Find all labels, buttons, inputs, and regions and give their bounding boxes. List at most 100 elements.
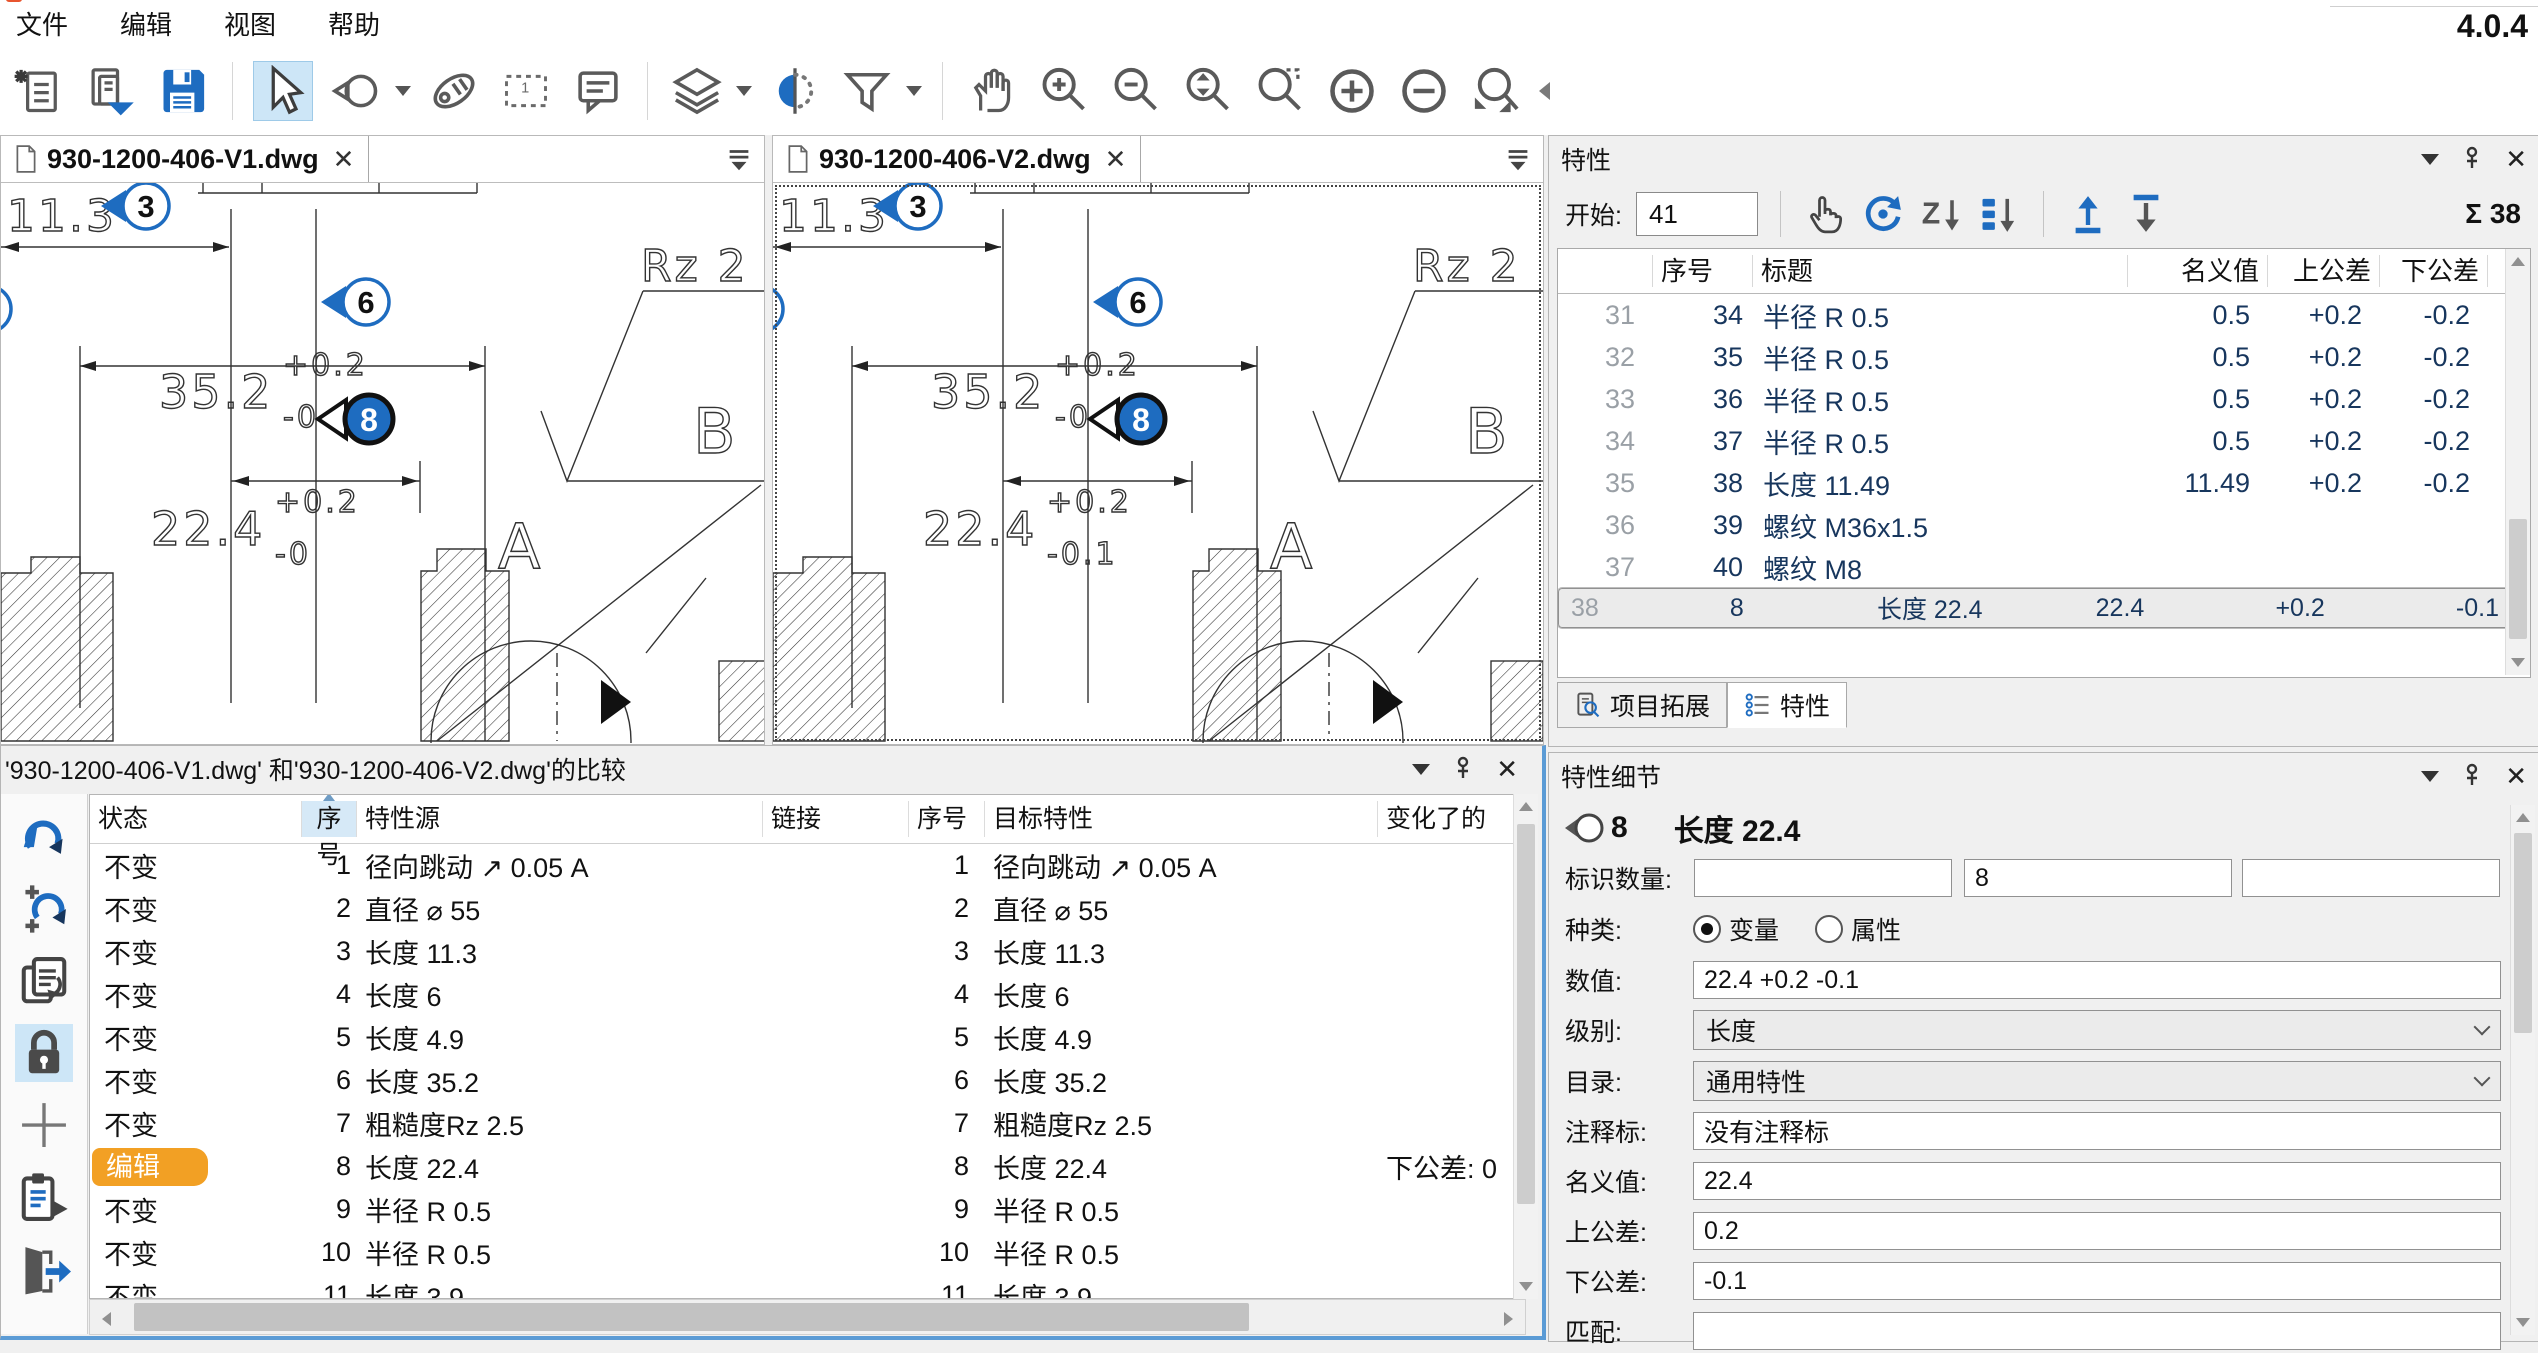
menu-edit[interactable]: 编辑 <box>120 5 172 42</box>
tag-tool-button[interactable] <box>425 62 483 120</box>
save-button[interactable] <box>154 62 212 120</box>
zoom-out-button[interactable] <box>1107 62 1165 120</box>
scroll-thumb[interactable] <box>2509 519 2527 639</box>
comment-button[interactable] <box>569 62 627 120</box>
renumber-list-icon[interactable] <box>1977 192 2021 236</box>
start-input[interactable]: 41 <box>1636 192 1758 236</box>
scroll-thumb[interactable] <box>2514 833 2532 1033</box>
property-row[interactable]: 3437半径 R 0.50.5+0.2-0.2 <box>1558 420 2530 462</box>
pick-hand-icon[interactable] <box>1803 192 1847 236</box>
renumber-rotate-icon[interactable] <box>1861 192 1905 236</box>
details-scrollbar[interactable] <box>2510 805 2535 1335</box>
decrease-button[interactable] <box>1395 62 1453 120</box>
comparison-row[interactable]: 不变11长度 3.911长度 3.9 <box>90 1274 1525 1299</box>
annotation-input[interactable]: 没有注释标 <box>1693 1112 2501 1150</box>
add-link-button[interactable] <box>15 1096 73 1154</box>
balloon-6[interactable]: 6 <box>321 279 389 325</box>
tab-project-expand[interactable]: 项目拓展 <box>1557 682 1727 728</box>
select-region-button[interactable]: 1 <box>497 62 555 120</box>
catalog-select[interactable]: 通用特性 <box>1693 1061 2501 1101</box>
pin-icon[interactable] <box>2461 763 2483 789</box>
filter-button[interactable] <box>838 62 896 120</box>
panel-menu-icon[interactable] <box>1412 764 1430 775</box>
scroll-up-icon[interactable] <box>1519 802 1533 811</box>
radio-attribute[interactable]: 属性 <box>1815 911 1901 947</box>
property-row[interactable]: 3336半径 R 0.50.5+0.2-0.2 <box>1558 378 2530 420</box>
tab-930-1200-406-v1[interactable]: 930-1200-406-V1.dwg ✕ <box>1 136 369 182</box>
property-row[interactable]: 3134半径 R 0.50.5+0.2-0.2 <box>1558 294 2530 336</box>
comparison-row[interactable]: 不变1径向跳动 ↗ 0.05 A1径向跳动 ↗ 0.05 A <box>90 844 1525 887</box>
export-button[interactable] <box>15 1240 73 1298</box>
compare-add-button[interactable] <box>15 880 73 938</box>
comparison-row[interactable]: 不变10半径 R 0.510半径 R 0.5 <box>90 1231 1525 1274</box>
property-row[interactable]: 3740螺纹 M8 <box>1558 546 2530 588</box>
comparison-row[interactable]: 不变9半径 R 0.59半径 R 0.5 <box>90 1188 1525 1231</box>
balloon-8-selected[interactable]: 8 <box>318 395 393 443</box>
increase-button[interactable] <box>1323 62 1381 120</box>
scroll-down-icon[interactable] <box>2516 1318 2530 1327</box>
id-qty-input-3[interactable] <box>2242 859 2500 897</box>
pin-icon[interactable] <box>2461 146 2483 172</box>
report-run-button[interactable] <box>15 1168 73 1226</box>
pin-icon[interactable] <box>1452 756 1474 782</box>
comparison-row[interactable]: 不变7粗糙度Rz 2.57粗糙度Rz 2.5 <box>90 1102 1525 1145</box>
comparison-vscrollbar[interactable] <box>1513 794 1538 1299</box>
pan-button[interactable] <box>963 62 1021 120</box>
balloon-tool-caret[interactable] <box>395 86 411 96</box>
balloon-tool-button[interactable] <box>327 62 385 120</box>
layers-button[interactable] <box>668 62 726 120</box>
close-tab-icon[interactable]: ✕ <box>333 144 355 175</box>
comparison-row[interactable]: 不变5长度 4.95长度 4.9 <box>90 1016 1525 1059</box>
value-input[interactable]: 22.4 +0.2 -0.1 <box>1693 961 2501 999</box>
tab-list-menu-icon[interactable] <box>1503 144 1533 174</box>
balloon-8-selected[interactable]: 8 <box>1090 395 1165 443</box>
property-row[interactable]: 3639螺纹 M36x1.5 <box>1558 504 2530 546</box>
move-down-icon[interactable] <box>2124 192 2168 236</box>
mirror-button[interactable] <box>766 62 824 120</box>
zoom-window-button[interactable] <box>1251 62 1309 120</box>
panel-menu-icon[interactable] <box>2421 154 2439 165</box>
comparison-row[interactable]: 不变3长度 11.33长度 11.3 <box>90 930 1525 973</box>
scroll-right-icon[interactable] <box>1504 1312 1513 1326</box>
drawing-canvas-v2[interactable]: 11.3 35.2 +0.2 -0 22.4 +0.2 -0.1 Rz 2 A … <box>773 183 1543 743</box>
close-panel-icon[interactable]: ✕ <box>1496 756 1518 782</box>
match-input[interactable] <box>1693 1312 2501 1350</box>
menu-help[interactable]: 帮助 <box>328 5 380 42</box>
close-tab-icon[interactable]: ✕ <box>1105 144 1127 175</box>
close-panel-icon[interactable]: ✕ <box>2505 146 2527 172</box>
move-up-icon[interactable] <box>2066 192 2110 236</box>
select-tool-button[interactable] <box>253 61 313 121</box>
zoom-in-button[interactable] <box>1035 62 1093 120</box>
lower-tol-input[interactable]: -0.1 <box>1693 1262 2501 1300</box>
scroll-thumb[interactable] <box>1517 824 1535 1204</box>
comparison-table-header[interactable]: 状态 序号 特性源 链接 序号 目标特性 变化了的 <box>90 795 1525 844</box>
open-document-button[interactable] <box>82 62 140 120</box>
menu-view[interactable]: 视图 <box>224 5 276 42</box>
comparison-row[interactable]: 不变4长度 64长度 6 <box>90 973 1525 1016</box>
scroll-up-icon[interactable] <box>2516 813 2530 822</box>
property-row[interactable]: 3235半径 R 0.50.5+0.2-0.2 <box>1558 336 2530 378</box>
nominal-input[interactable]: 22.4 <box>1693 1162 2501 1200</box>
sort-z-icon[interactable]: Z <box>1919 192 1963 236</box>
id-qty-input-1[interactable] <box>1694 859 1952 897</box>
copy-results-button[interactable] <box>15 952 73 1010</box>
property-row-selected[interactable]: 388长度 22.422.4+0.2-0.1 <box>1558 588 2530 628</box>
scroll-left-icon[interactable] <box>102 1312 111 1326</box>
tab-properties[interactable]: 特性 <box>1727 682 1847 728</box>
properties-scrollbar[interactable] <box>2505 249 2530 675</box>
previous-arrow-icon[interactable] <box>1539 82 1550 100</box>
layers-caret[interactable] <box>736 86 752 96</box>
property-row[interactable]: 3538长度 11.4911.49+0.2-0.2 <box>1558 462 2530 504</box>
scroll-up-icon[interactable] <box>2511 257 2525 266</box>
id-qty-input-2[interactable]: 8 <box>1964 859 2232 897</box>
compare-button[interactable] <box>15 808 73 866</box>
comparison-row[interactable]: 不变2直径 ⌀ 552直径 ⌀ 55 <box>90 887 1525 930</box>
tab-list-menu-icon[interactable] <box>724 144 754 174</box>
lock-button[interactable] <box>15 1024 73 1082</box>
balloon-6[interactable]: 6 <box>1093 279 1161 325</box>
scroll-down-icon[interactable] <box>2511 658 2525 667</box>
comparison-hscrollbar[interactable] <box>89 1299 1526 1335</box>
scroll-down-icon[interactable] <box>1519 1282 1533 1291</box>
comparison-row-edited[interactable]: 编辑8长度 22.48长度 22.4下公差: 0 <box>90 1145 1525 1188</box>
scroll-thumb[interactable] <box>134 1303 1249 1331</box>
